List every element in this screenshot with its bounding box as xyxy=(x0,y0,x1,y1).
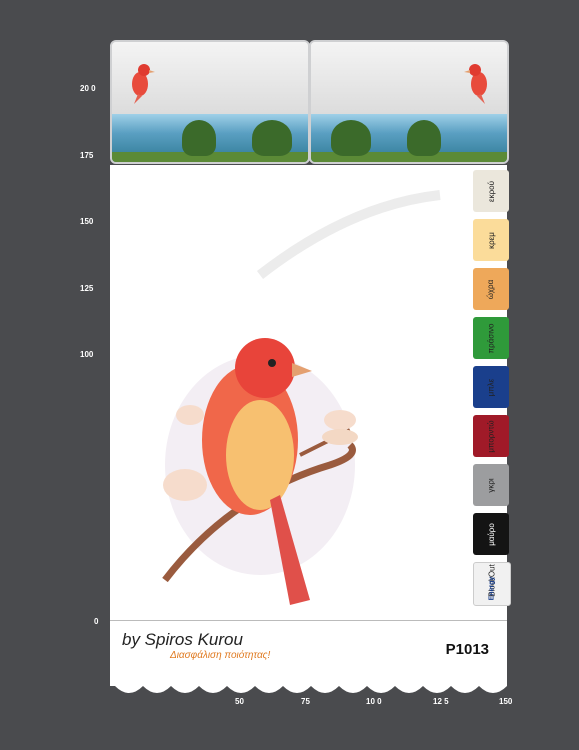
scale-tick-50: 50 xyxy=(235,697,244,706)
scale-tick-150-h: 150 xyxy=(499,697,513,706)
awning-preview-right xyxy=(309,40,509,164)
scale-tick-100-h: 10 0 xyxy=(366,697,382,706)
bird-icon xyxy=(132,64,155,104)
swatch-label: εκρού xyxy=(486,180,496,202)
scale-tick-150: 150 xyxy=(80,217,94,226)
scale-tick-200: 20 0 xyxy=(80,84,96,93)
color-swatch-ochre[interactable]: ώχρα xyxy=(473,268,509,310)
color-swatch-black[interactable]: μαύρο xyxy=(473,513,509,555)
scale-tick-0: 0 xyxy=(94,617,99,626)
energy-label: Energy xyxy=(488,576,496,601)
color-swatch-ecru[interactable]: εκρού xyxy=(473,170,509,212)
color-swatch-green[interactable]: πράσινο xyxy=(473,317,509,359)
brand-tagline: Διασφάλιση ποιότητας! xyxy=(170,650,271,661)
swatch-label: μαύρο xyxy=(486,522,496,546)
scale-tick-100: 100 xyxy=(80,350,94,359)
awning-preview-left xyxy=(110,40,310,164)
swatch-label: μπορντώ xyxy=(486,419,496,453)
scale-tick-125: 125 xyxy=(80,284,94,293)
color-swatch-blue[interactable]: μπλε xyxy=(473,366,509,408)
product-code: P1013 xyxy=(445,641,489,658)
color-swatch-cream[interactable]: κρεμ xyxy=(473,219,509,261)
scale-tick-125-h: 12 5 xyxy=(433,697,449,706)
swatch-label: πράσινο xyxy=(486,323,496,353)
blockout-badge: BlockOut Energy xyxy=(473,562,511,606)
scale-tick-75: 75 xyxy=(301,697,310,706)
scale-tick-175: 175 xyxy=(80,151,94,160)
brand-name: by Spiros Kurou xyxy=(122,630,243,649)
color-swatch-bordeaux[interactable]: μπορντώ xyxy=(473,415,509,457)
swatch-label: γκρι xyxy=(486,477,496,493)
bird-artwork xyxy=(162,190,441,605)
bird-icon xyxy=(464,64,487,104)
swatch-label: κρεμ xyxy=(486,231,496,249)
swatch-label: ώχρα xyxy=(486,279,496,299)
fabric-panel: by Spiros Kurou Διασφάλιση ποιότητας! P1… xyxy=(110,165,507,685)
swatch-label: μπλε xyxy=(486,378,496,396)
color-swatch-grey[interactable]: γκρι xyxy=(473,464,509,506)
catalog-page: { "vertical_scale": ["20 0", "175", "150… xyxy=(0,0,579,750)
